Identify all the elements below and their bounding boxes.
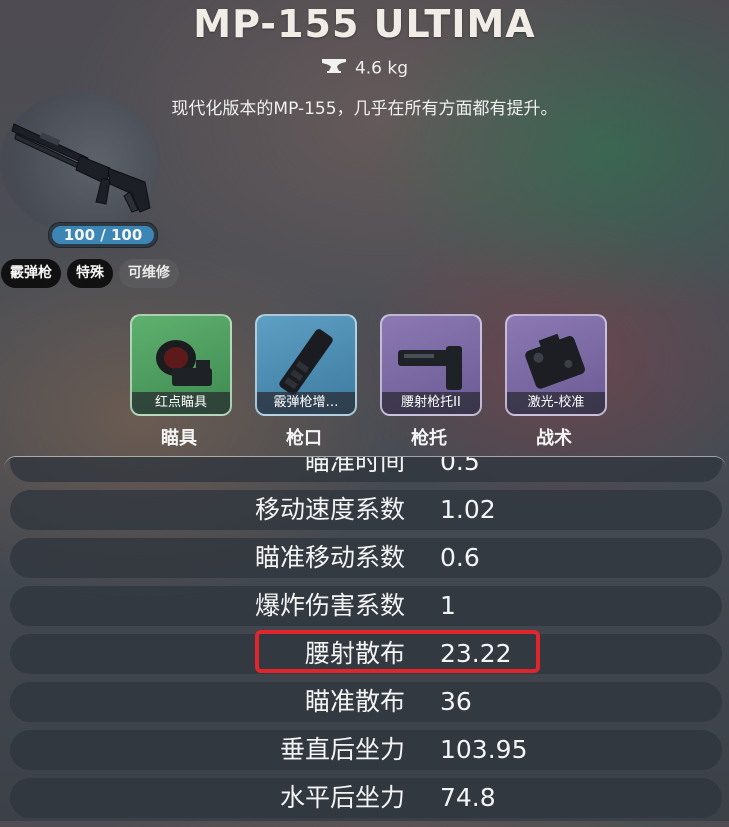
- attachment-item-label: 霰弹枪增…: [257, 392, 355, 414]
- stat-name: 瞄准移动系数: [254, 543, 405, 572]
- stat-row: 移动速度系数 1.02: [10, 490, 722, 530]
- stat-name: 瞄准时间: [304, 456, 405, 476]
- shotgun-image: [10, 112, 155, 221]
- attachment-item-label: 腰射枪托II: [382, 392, 480, 414]
- stat-value: 103.95: [440, 735, 528, 764]
- stat-row: 爆炸伤害系数 1: [10, 586, 722, 626]
- stat-row: 垂直后坐力 103.95: [10, 730, 722, 770]
- attachment-slot-sight[interactable]: 红点瞄具: [130, 314, 232, 416]
- attachment-slot-muzzle[interactable]: 霰弹枪增…: [255, 314, 357, 416]
- attachment-item-label: 红点瞄具: [132, 392, 230, 414]
- durability-text: 100 / 100: [63, 226, 143, 244]
- attachment-category-tactical: 战术: [536, 428, 572, 449]
- tag-shotgun: 霰弹枪: [1, 259, 61, 288]
- stat-row: 瞄准时间 0.5: [10, 456, 722, 482]
- attachment-slot-stock[interactable]: 腰射枪托II: [380, 314, 482, 416]
- attachment-category-muzzle: 枪口: [286, 428, 322, 449]
- stat-value: 0.5: [440, 456, 480, 476]
- stat-row: 瞄准移动系数 0.6: [10, 538, 722, 578]
- anvil-icon: [321, 58, 347, 79]
- stat-name: 垂直后坐力: [279, 735, 405, 764]
- weapon-title: MP-155 ULTIMA: [193, 2, 536, 46]
- stat-name: 水平后坐力: [279, 783, 405, 812]
- stat-value: 74.8: [440, 783, 496, 812]
- attachment-category-sight: 瞄具: [161, 428, 197, 449]
- stat-value: 1: [440, 591, 456, 620]
- tag-special: 特殊: [67, 259, 113, 288]
- attachment-item-label: 激光-校准: [507, 392, 605, 414]
- durability-bar: 100 / 100: [48, 222, 158, 248]
- weight-value: 4.6 kg: [354, 58, 409, 79]
- weight-row: 4.6 kg: [0, 58, 729, 79]
- hipfire-spread-highlight: [255, 630, 540, 673]
- tag-repairable: 可维修: [119, 259, 179, 288]
- stat-row: 瞄准散布 36: [10, 682, 722, 722]
- stat-value: 0.6: [440, 543, 480, 572]
- attachment-slot-tactical[interactable]: 激光-校准: [505, 314, 607, 416]
- stat-name: 爆炸伤害系数: [254, 591, 405, 620]
- attachment-category-stock: 枪托: [411, 428, 447, 449]
- stat-value: 1.02: [440, 495, 496, 524]
- weapon-tags: 霰弹枪 特殊 可维修: [1, 259, 179, 288]
- stat-name: 瞄准散布: [304, 687, 405, 716]
- stat-name: 移动速度系数: [254, 495, 405, 524]
- stat-row: 水平后坐力 74.8: [10, 778, 722, 818]
- stat-value: 36: [440, 687, 472, 716]
